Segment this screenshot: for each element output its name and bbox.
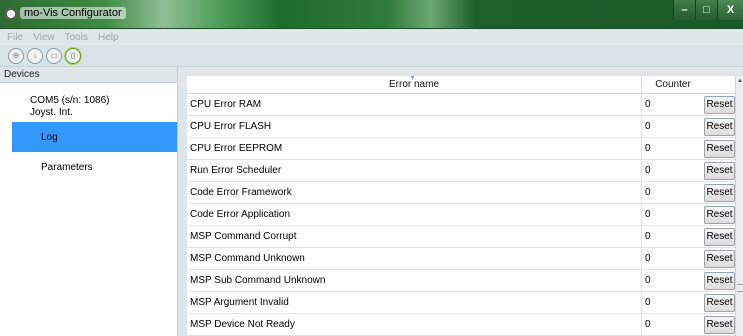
table-row: CPU Error FLASH 0 Reset	[187, 116, 735, 138]
error-name: CPU Error RAM	[187, 94, 642, 115]
error-name: Run Error Scheduler	[187, 160, 642, 181]
device-type: Joyst. Int.	[30, 107, 73, 118]
error-name: MSP Command Corrupt	[187, 226, 642, 247]
table-row: Run Error Scheduler 0 Reset	[187, 160, 735, 182]
column-header-action	[704, 76, 735, 93]
table-row: Code Error Application 0 Reset	[187, 204, 735, 226]
reset-button[interactable]: Reset	[704, 161, 735, 180]
reset-cell: Reset	[704, 116, 735, 137]
error-counter: 0	[645, 187, 651, 198]
reset-cell: Reset	[704, 94, 735, 115]
app-icon	[5, 8, 17, 20]
table-row: MSP Command Corrupt 0 Reset	[187, 226, 735, 248]
error-table: ▼ Error name Counter CPU Error RAM 0 Reset…	[187, 75, 735, 336]
error-counter: 0	[645, 121, 651, 132]
table-row: MSP Device Not Ready 0 Reset	[187, 314, 735, 336]
menu-bar: File View Tools Help	[0, 29, 743, 45]
sort-arrow-icon: ▼	[409, 75, 416, 82]
reset-button[interactable]: Reset	[704, 271, 735, 290]
window-controls: – □ X	[673, 0, 743, 20]
reset-cell: Reset	[704, 248, 735, 269]
reset-button[interactable]: Reset	[704, 249, 735, 268]
table-header: ▼ Error name Counter	[187, 75, 735, 94]
reset-button[interactable]: Reset	[704, 139, 735, 158]
table-row: MSP Sub Command Unknown 0 Reset	[187, 270, 735, 292]
menu-view[interactable]: View	[33, 32, 55, 43]
error-name: CPU Error FLASH	[187, 116, 642, 137]
reset-cell: Reset	[704, 138, 735, 159]
column-header-counter[interactable]: Counter	[642, 76, 704, 93]
download-icon[interactable]: ↓	[27, 47, 43, 64]
error-counter: 0	[645, 253, 651, 264]
close-button[interactable]: X	[717, 0, 743, 20]
reset-cell: Reset	[704, 226, 735, 247]
error-name: MSP Device Not Ready	[187, 314, 642, 335]
error-name: Code Error Framework	[187, 182, 642, 203]
window-title: mo-Vis Configurator	[20, 7, 126, 19]
toolbar: ⊕ ↓ ▭ ▯	[0, 45, 743, 67]
vertical-scrollbar[interactable]: ▲	[735, 76, 743, 336]
device-name: COM5 (s/n: 1086)	[30, 95, 110, 106]
reset-button[interactable]: Reset	[704, 95, 735, 114]
reset-cell: Reset	[704, 270, 735, 291]
menu-help[interactable]: Help	[98, 32, 119, 43]
reset-button[interactable]: Reset	[704, 117, 735, 136]
column-header-error-name[interactable]: ▼ Error name	[187, 75, 642, 93]
save-icon[interactable]: ▭	[46, 47, 62, 64]
document-icon[interactable]: ▯	[65, 47, 81, 64]
devices-panel: Devices COM5 (s/n: 1086) Joyst. Int. Log…	[0, 67, 178, 336]
menu-file[interactable]: File	[7, 32, 23, 43]
minimize-button[interactable]: –	[673, 0, 695, 20]
reset-button[interactable]: Reset	[704, 205, 735, 224]
error-name: MSP Argument Invalid	[187, 292, 642, 313]
error-counter: 0	[645, 143, 651, 154]
nav-item-log[interactable]: Log	[12, 122, 177, 152]
device-entry[interactable]: COM5 (s/n: 1086) Joyst. Int.	[30, 95, 109, 119]
error-counter: 0	[645, 231, 651, 242]
error-log-panel: ▼ Error name Counter CPU Error RAM 0 Reset…	[178, 67, 743, 336]
title-bar: mo-Vis Configurator – □ X	[0, 0, 743, 29]
error-counter: 0	[645, 275, 651, 286]
menu-tools[interactable]: Tools	[65, 32, 88, 43]
scroll-up-icon[interactable]: ▲	[736, 76, 743, 86]
error-counter: 0	[645, 319, 651, 330]
error-name: CPU Error EEPROM	[187, 138, 642, 159]
table-row: CPU Error EEPROM 0 Reset	[187, 138, 735, 160]
error-name: MSP Command Unknown	[187, 248, 642, 269]
reset-button[interactable]: Reset	[704, 227, 735, 246]
nav-item-label: Parameters	[41, 161, 93, 173]
error-counter: 0	[645, 297, 651, 308]
reset-cell: Reset	[704, 314, 735, 335]
table-row: Code Error Framework 0 Reset	[187, 182, 735, 204]
reset-cell: Reset	[704, 204, 735, 225]
table-body: CPU Error RAM 0 Reset CPU Error FLASH 0 Reset…	[187, 94, 735, 336]
reset-button[interactable]: Reset	[704, 315, 735, 334]
error-counter: 0	[645, 209, 651, 220]
maximize-button[interactable]: □	[695, 0, 717, 20]
devices-header: Devices	[0, 67, 177, 83]
reset-button[interactable]: Reset	[704, 183, 735, 202]
scroll-thumb[interactable]	[737, 284, 743, 292]
reset-button[interactable]: Reset	[704, 293, 735, 312]
table-row: MSP Argument Invalid 0 Reset	[187, 292, 735, 314]
nav-item-label: Log	[41, 131, 58, 143]
table-row: MSP Command Unknown 0 Reset	[187, 248, 735, 270]
error-name: Code Error Application	[187, 204, 642, 225]
error-counter: 0	[645, 99, 651, 110]
reset-cell: Reset	[704, 182, 735, 203]
reset-cell: Reset	[704, 160, 735, 181]
connect-icon[interactable]: ⊕	[8, 47, 24, 64]
nav-item-parameters[interactable]: Parameters	[12, 152, 177, 182]
error-name: MSP Sub Command Unknown	[187, 270, 642, 291]
error-counter: 0	[645, 165, 651, 176]
table-row: CPU Error RAM 0 Reset	[187, 94, 735, 116]
reset-cell: Reset	[704, 292, 735, 313]
